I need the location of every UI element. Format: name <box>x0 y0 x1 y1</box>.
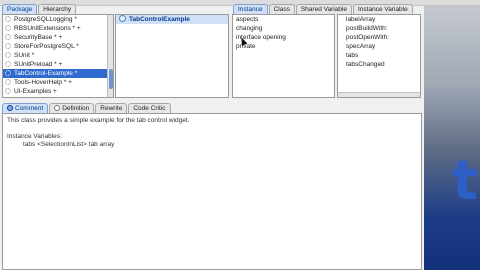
package-item[interactable]: SecurityBase * + <box>3 33 113 42</box>
side-tabbar: Instance Class Shared Variable Instance … <box>233 4 413 14</box>
protocol-list-pane[interactable]: aspects changing interface opening priva… <box>232 14 335 98</box>
method-hscrollbar[interactable] <box>338 92 420 97</box>
method-item[interactable]: postOpenWith: <box>338 33 420 42</box>
package-icon <box>5 88 11 94</box>
background-glyph: t <box>452 149 478 212</box>
package-icon <box>5 25 11 31</box>
tab-rewrite[interactable]: Rewrite <box>95 103 128 113</box>
class-item-selected[interactable]: TabControlExample <box>116 15 228 24</box>
package-item-selected[interactable]: TabControl-Example * <box>3 69 113 78</box>
package-item[interactable]: RBSUnitExtensions * + <box>3 24 113 33</box>
package-icon <box>5 52 11 58</box>
tab-instance[interactable]: Instance <box>233 4 268 14</box>
package-icon <box>5 34 11 40</box>
comment-line: tabs <SelectionInList> tab array <box>23 141 115 148</box>
package-scrollbar-thumb[interactable] <box>109 69 113 89</box>
code-tabbar: Comment Definition Rewrite Code Critic <box>2 103 171 113</box>
method-item[interactable]: postBuildWith: <box>338 24 420 33</box>
comment-line: This class provides a simple example for… <box>7 117 190 124</box>
comment-radio-icon <box>7 105 13 111</box>
comment-line: Instance Variables: <box>7 133 62 140</box>
tab-class[interactable]: Class <box>268 4 295 14</box>
method-item[interactable]: labelArray <box>338 15 420 24</box>
method-list-pane[interactable]: labelArray postBuildWith: postOpenWith: … <box>337 14 421 98</box>
tab-code-critic[interactable]: Code Critic <box>128 103 171 113</box>
package-icon <box>5 43 11 49</box>
tab-definition[interactable]: Definition <box>49 103 95 113</box>
class-icon <box>119 15 126 22</box>
package-scrollbar[interactable] <box>107 15 113 97</box>
package-item[interactable]: SUnitPreload * + <box>3 60 113 69</box>
protocol-item[interactable]: interface opening <box>233 33 334 42</box>
navigator-tabbar: Package Hierarchy <box>2 4 77 14</box>
tab-shared-variable[interactable]: Shared Variable <box>295 4 352 14</box>
package-item[interactable]: SUnit * <box>3 51 113 60</box>
desktop-background: t <box>424 6 480 270</box>
definition-radio-icon <box>54 105 61 111</box>
tab-hierarchy[interactable]: Hierarchy <box>38 4 77 14</box>
method-item[interactable]: specArray <box>338 42 420 51</box>
package-item[interactable]: PostgreSQLLogging * <box>3 15 113 24</box>
method-item[interactable]: tabsChanged <box>338 60 420 69</box>
protocol-item[interactable]: aspects <box>233 15 334 24</box>
protocol-item[interactable]: changing <box>233 24 334 33</box>
tab-package[interactable]: Package <box>2 4 38 14</box>
package-item[interactable]: Tools-HoverHelp * + <box>3 78 113 87</box>
package-item[interactable]: StoreForPostgreSQL * <box>3 42 113 51</box>
class-list-pane[interactable]: TabControlExample <box>115 14 229 98</box>
tab-comment[interactable]: Comment <box>2 103 49 113</box>
protocol-item[interactable]: private <box>233 42 334 51</box>
package-icon <box>5 16 11 22</box>
method-item[interactable]: tabs <box>338 51 420 60</box>
package-icon <box>5 70 11 76</box>
tab-instance-variable[interactable]: Instance Variable <box>352 4 413 14</box>
package-icon <box>5 79 11 85</box>
package-icon <box>5 61 11 67</box>
package-item[interactable]: UI-Examples + <box>3 87 113 96</box>
comment-editor[interactable]: This class provides a simple example for… <box>2 113 422 270</box>
package-list-pane[interactable]: PostgreSQLLogging * RBSUnitExtensions * … <box>2 14 114 98</box>
